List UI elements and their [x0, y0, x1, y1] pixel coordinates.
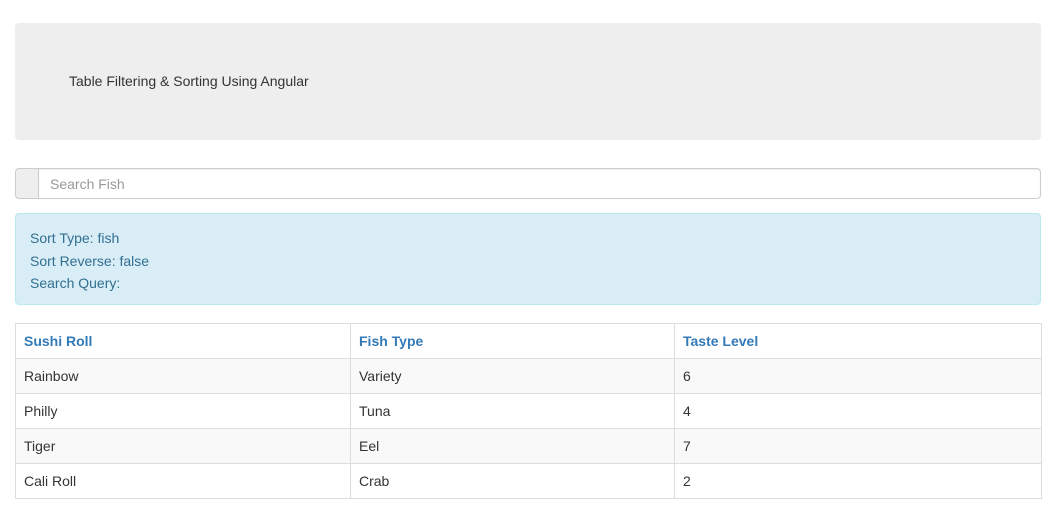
cell-taste-level: 2 — [674, 463, 1042, 499]
cell-sushi-roll: Cali Roll — [15, 463, 351, 499]
search-query-label: Search Query: — [30, 275, 121, 291]
search-query-line: Search Query: — [30, 272, 1026, 295]
cell-taste-level: 4 — [674, 393, 1042, 429]
search-group — [15, 168, 1041, 199]
sort-link-sushi-roll[interactable]: Sushi Roll — [24, 333, 92, 349]
cell-sushi-roll: Rainbow — [15, 358, 351, 394]
sort-link-taste-level[interactable]: Taste Level — [683, 333, 758, 349]
search-addon — [15, 168, 38, 199]
sort-type-line: Sort Type: fish — [30, 227, 1026, 250]
sort-reverse-line: Sort Reverse: false — [30, 250, 1026, 273]
column-header-taste-level: Taste Level — [674, 323, 1042, 359]
jumbotron-header: Table Filtering & Sorting Using Angular — [15, 23, 1041, 140]
cell-fish-type: Eel — [350, 428, 675, 464]
page-title: Table Filtering & Sorting Using Angular — [69, 73, 309, 89]
cell-fish-type: Crab — [350, 463, 675, 499]
sort-link-fish-type[interactable]: Fish Type — [359, 333, 423, 349]
cell-fish-type: Variety — [350, 358, 675, 394]
sort-type-label: Sort Type: — [30, 230, 94, 246]
cell-fish-type: Tuna — [350, 393, 675, 429]
table-row: Cali Roll Crab 2 — [15, 463, 1042, 499]
search-input[interactable] — [38, 168, 1041, 199]
column-header-sushi-roll: Sushi Roll — [15, 323, 351, 359]
sort-reverse-label: Sort Reverse: — [30, 252, 116, 269]
sort-type-value: fish — [97, 230, 120, 246]
cell-sushi-roll: Philly — [15, 393, 351, 429]
cell-sushi-roll: Tiger — [15, 428, 351, 464]
sort-reverse-value: false — [119, 252, 150, 269]
sushi-table: Sushi Roll Fish Type Taste Level Rainbow… — [15, 323, 1042, 499]
table-row: Tiger Eel 7 — [15, 428, 1042, 464]
table-header-row: Sushi Roll Fish Type Taste Level — [15, 323, 1042, 359]
column-header-fish-type: Fish Type — [350, 323, 675, 359]
table-row: Rainbow Variety 6 — [15, 358, 1042, 394]
cell-taste-level: 7 — [674, 428, 1042, 464]
table-row: Philly Tuna 4 — [15, 393, 1042, 429]
cell-taste-level: 6 — [674, 358, 1042, 394]
sort-info-panel: Sort Type: fish Sort Reverse: false Sear… — [15, 213, 1041, 305]
